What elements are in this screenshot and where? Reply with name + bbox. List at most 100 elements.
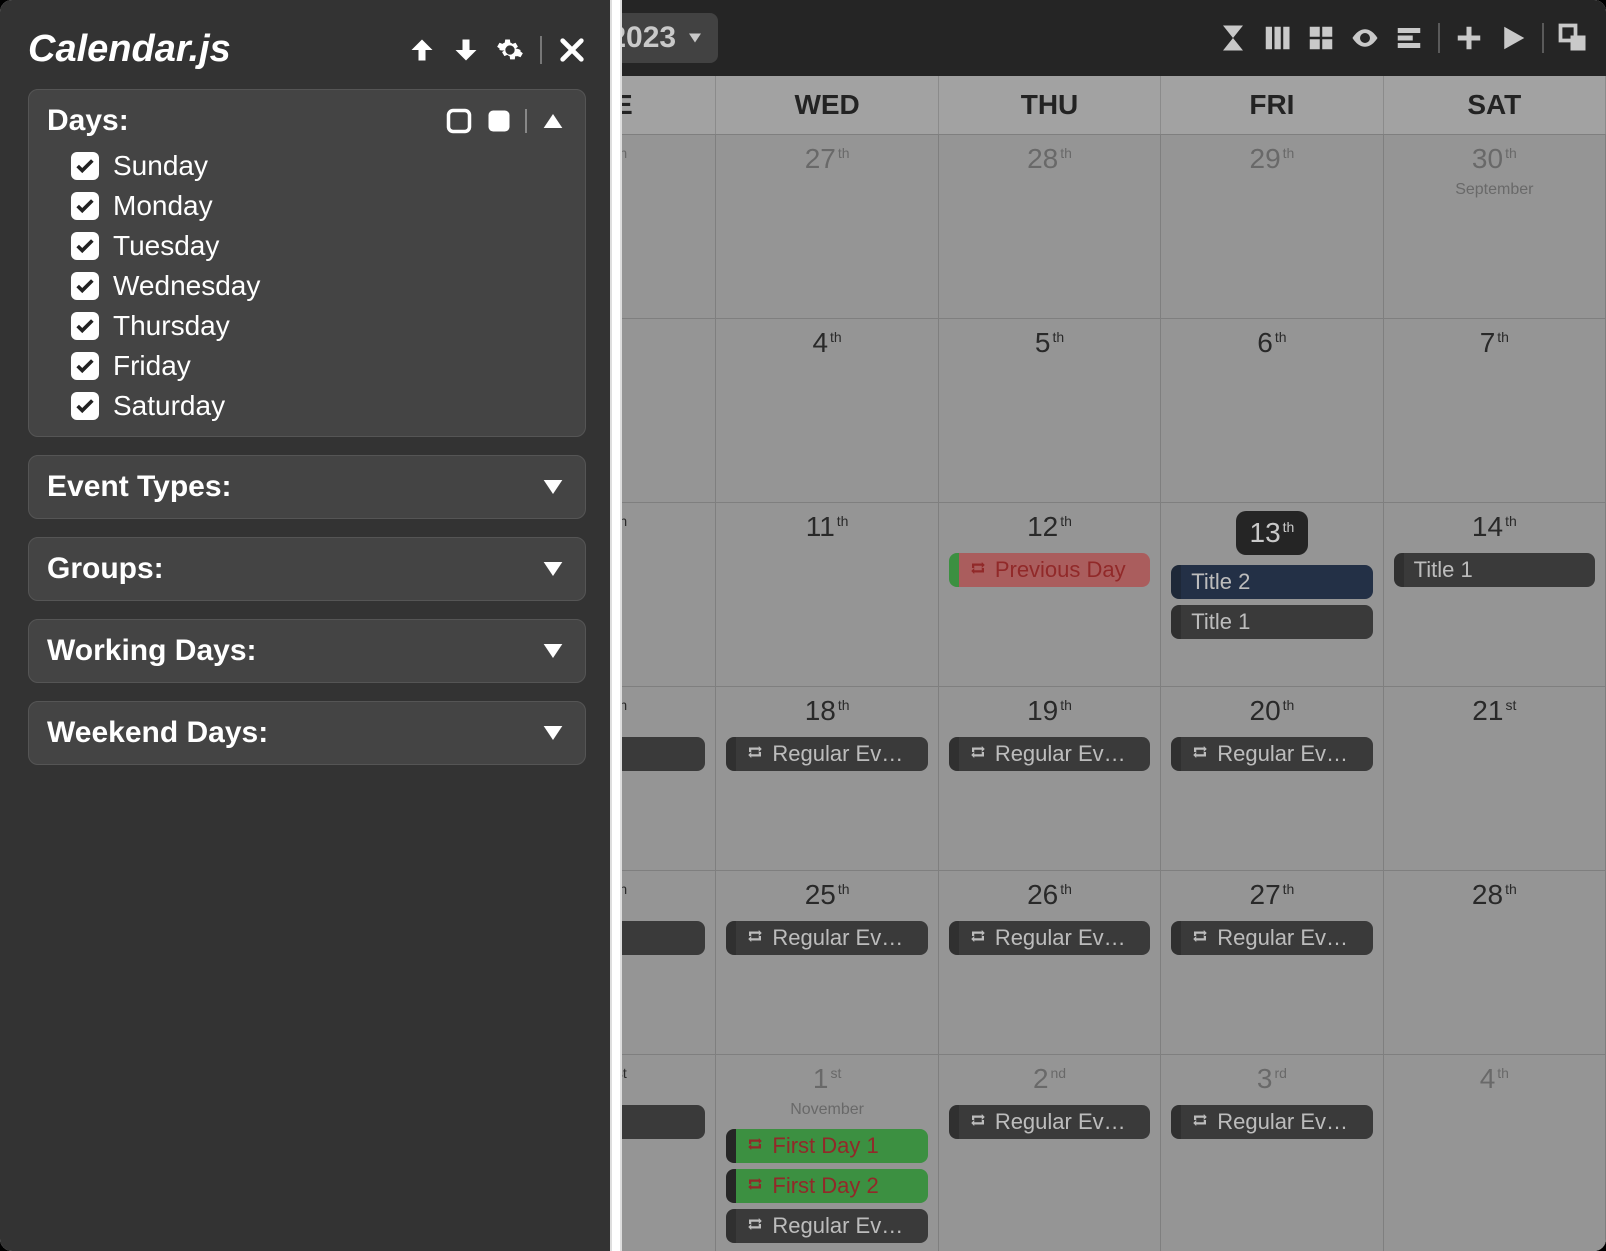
week-row: 10th11th12thPrevious Day13thTitle 2Title… [614,502,1606,686]
section-days-header[interactable]: Days: [47,104,567,138]
sidebar-resizer[interactable] [610,0,622,1251]
day-cell[interactable]: 28th [1384,871,1606,1054]
day-cell[interactable]: 18thRegular Ev… [716,687,938,870]
day-header: THU [939,76,1161,134]
hourglass-icon[interactable] [1218,23,1248,53]
close-icon[interactable] [558,36,586,64]
event-label: Regular Ev… [772,741,903,767]
checkbox-tuesday[interactable]: Tuesday [71,230,567,262]
event[interactable]: Regular Ev… [614,921,705,955]
day-cell[interactable]: 24thRegular Ev… [614,871,716,1054]
day-cell[interactable]: 21st [1384,687,1606,870]
day-cell[interactable]: 29th [1161,135,1383,318]
columns-icon[interactable] [1262,23,1292,53]
day-cell[interactable]: 26thRegular Ev… [939,871,1161,1054]
day-cell[interactable]: 25thRegular Ev… [716,871,938,1054]
event[interactable]: First Day 1 [726,1129,927,1163]
day-cell[interactable]: 14thTitle 1 [1384,503,1606,686]
section-groups[interactable]: Groups: [28,537,586,601]
day-cell[interactable]: 17thRegular Ev… [614,687,716,870]
day-cell[interactable]: 3rd [614,319,716,502]
play-icon[interactable] [1498,23,1528,53]
day-number: 4th [812,327,841,359]
check-icon [71,232,99,260]
day-cell[interactable]: 13thTitle 2Title 1 [1161,503,1383,686]
chevron-down-icon[interactable] [539,555,567,583]
repeat-icon [746,1133,764,1159]
day-header: FRI [1161,76,1383,134]
gear-icon[interactable] [496,36,524,64]
checkbox-label: Saturday [113,390,225,422]
event[interactable]: Regular Ev… [949,921,1150,955]
day-cell[interactable]: 4th [716,319,938,502]
event[interactable]: Regular Ev… [726,1209,927,1243]
chevron-down-icon[interactable] [539,473,567,501]
day-cell[interactable]: 31stRegular Ev… [614,1055,716,1251]
event[interactable]: Regular Ev… [726,921,927,955]
chevron-down-icon[interactable] [539,637,567,665]
checkbox-sunday[interactable]: Sunday [71,150,567,182]
plus-icon[interactable] [1454,23,1484,53]
day-cell[interactable]: 28th [939,135,1161,318]
day-cell[interactable]: 11th [716,503,938,686]
event[interactable]: Regular Ev… [1171,737,1372,771]
day-cell[interactable]: 27th [716,135,938,318]
eye-icon[interactable] [1350,23,1380,53]
day-cell[interactable]: 12th Previous Day [939,503,1161,686]
event[interactable]: Title 1 [1171,605,1372,639]
day-number: 21st [1472,695,1516,727]
event[interactable]: Regular Ev… [949,1105,1150,1139]
event[interactable]: First Day 2 [726,1169,927,1203]
event[interactable]: Regular Ev… [949,737,1150,771]
event[interactable]: Regular Ev… [614,737,705,771]
checkbox-thursday[interactable]: Thursday [71,310,567,342]
fullscreen-icon[interactable] [1558,23,1588,53]
day-cell[interactable]: 20thRegular Ev… [1161,687,1383,870]
arrow-down-icon[interactable] [452,36,480,64]
chevron-up-icon[interactable] [539,107,567,135]
day-number: 4th [1480,1063,1509,1095]
event-label: Regular Ev… [1217,925,1348,951]
day-cell[interactable]: 4th [1384,1055,1606,1251]
event[interactable]: Regular Ev… [614,1105,705,1139]
day-cell[interactable]: 10th [614,503,716,686]
day-number: 5th [1035,327,1064,359]
section-days-actions [445,107,567,135]
repeat-icon [746,1173,764,1199]
day-cell[interactable]: 7th [1384,319,1606,502]
select-all-icon[interactable] [485,107,513,135]
day-number: 12th [1027,511,1072,543]
day-cell[interactable]: 27thRegular Ev… [1161,871,1383,1054]
checkbox-monday[interactable]: Monday [71,190,567,222]
day-number: 28th [1027,143,1072,175]
repeat-icon [1191,925,1209,951]
event[interactable]: Previous Day [949,553,1150,587]
chevron-down-icon[interactable] [539,719,567,747]
day-cell[interactable]: 6th [1161,319,1383,502]
event[interactable]: Regular Ev… [1171,921,1372,955]
topbar: October 2023 [614,0,1606,76]
section-weekend-days[interactable]: Weekend Days: [28,701,586,765]
section-working-days[interactable]: Working Days: [28,619,586,683]
event[interactable]: Title 2 [1171,565,1372,599]
checkbox-wednesday[interactable]: Wednesday [71,270,567,302]
day-cell[interactable]: 2ndRegular Ev… [939,1055,1161,1251]
event[interactable]: Regular Ev… [1171,1105,1372,1139]
section-event-types[interactable]: Event Types: [28,455,586,519]
checkbox-saturday[interactable]: Saturday [71,390,567,422]
event[interactable]: Title 1 [1394,553,1595,587]
list-icon[interactable] [1394,23,1424,53]
day-cell[interactable]: 19thRegular Ev… [939,687,1161,870]
event[interactable]: Regular Ev… [726,737,927,771]
grid-icon[interactable] [1306,23,1336,53]
day-cell[interactable]: 26th [614,135,716,318]
day-cell[interactable]: 3rdRegular Ev… [1161,1055,1383,1251]
select-none-icon[interactable] [445,107,473,135]
day-cell[interactable]: 5th [939,319,1161,502]
section-working-days-title: Working Days: [47,634,257,668]
day-cell[interactable]: 30thSeptember [1384,135,1606,318]
arrow-up-icon[interactable] [408,36,436,64]
month-selector[interactable]: October 2023 [614,13,718,63]
checkbox-friday[interactable]: Friday [71,350,567,382]
day-cell[interactable]: 1stNovemberFirst Day 1First Day 2Regular… [716,1055,938,1251]
